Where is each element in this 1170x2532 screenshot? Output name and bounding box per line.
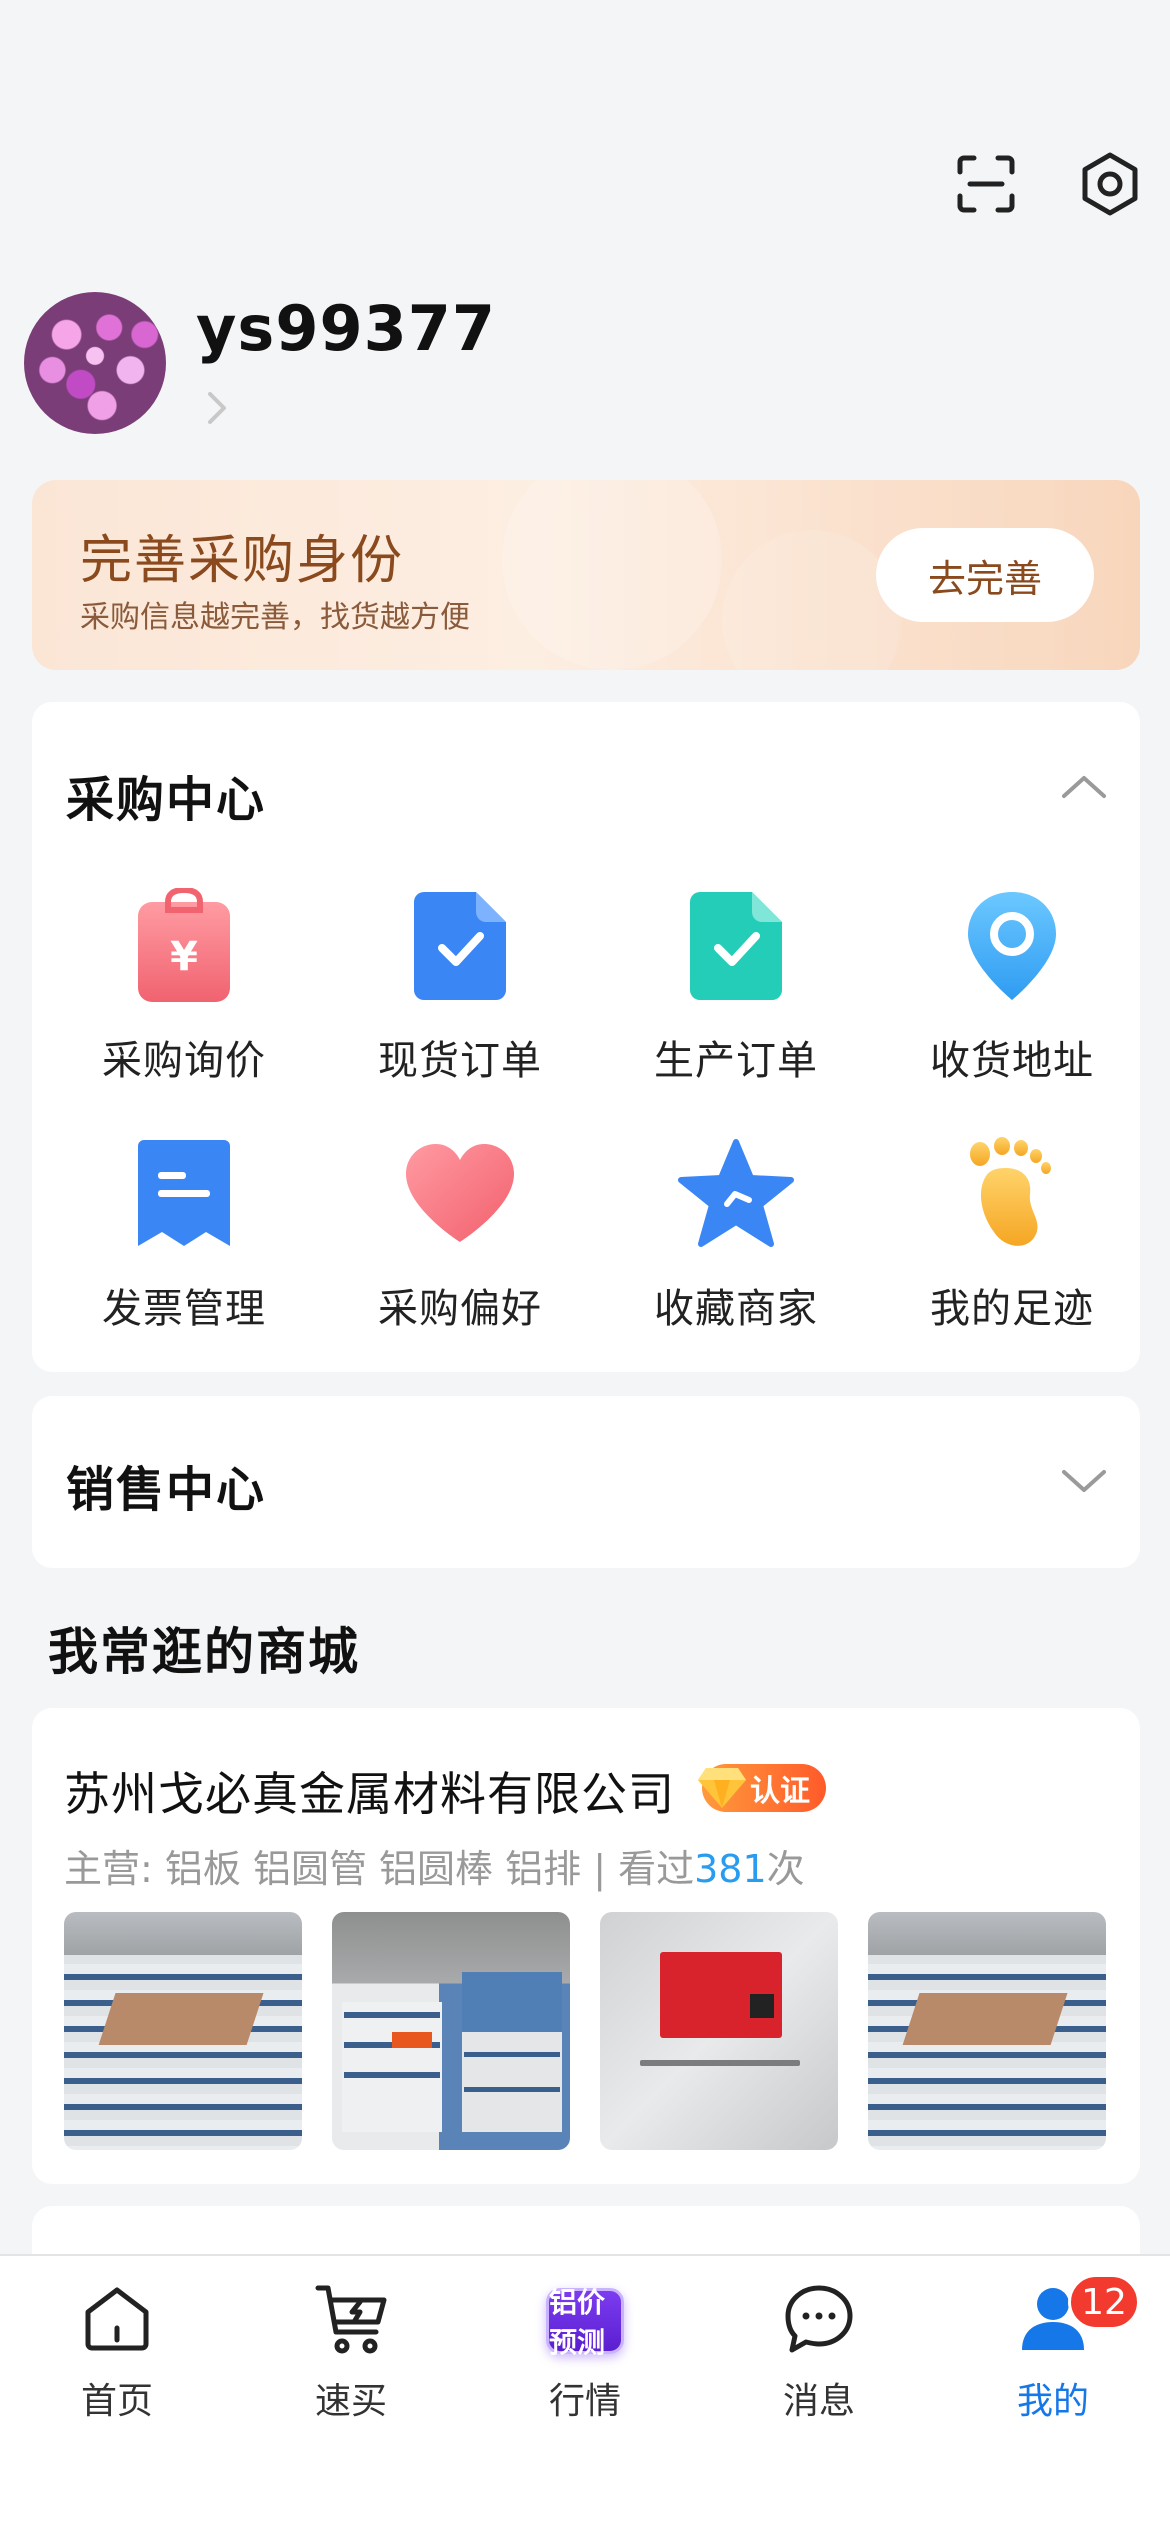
grid-item-invoice[interactable]: 发票管理 (46, 1120, 322, 1350)
purchase-center-title: 采购中心 (66, 772, 267, 828)
purchase-inquiry-icon: ¥ (124, 886, 244, 1006)
grid-label: 我的足迹 (930, 1286, 1094, 1332)
bottom-tab-bar: 首页 速买 铝价预测 行情 消息 我的 12 (0, 2254, 1170, 2532)
grid-item-favorite-merchants[interactable]: 收藏商家 (598, 1120, 874, 1350)
banner-subtitle: 采购信息越完善，找货越方便 (80, 600, 470, 635)
banner-title: 完善采购身份 (80, 531, 405, 591)
tab-label: 行情 (548, 2381, 621, 2422)
badge-label: 认证 (750, 1774, 810, 1809)
product-thumbnail[interactable] (868, 1912, 1106, 2150)
sales-center-title: 销售中心 (66, 1462, 267, 1518)
grid-label: 采购偏好 (378, 1286, 542, 1332)
chevron-up-icon[interactable] (1056, 766, 1112, 806)
username[interactable]: ys99377 (196, 292, 496, 365)
grid-item-spot-order[interactable]: 现货订单 (322, 872, 598, 1102)
product-thumbnail[interactable] (600, 1912, 838, 2150)
settings-icon[interactable] (1074, 148, 1146, 220)
grid-item-my-footprint[interactable]: 我的足迹 (874, 1120, 1150, 1350)
tab-label: 速买 (314, 2381, 387, 2422)
complete-identity-banner[interactable]: 完善采购身份 采购信息越完善，找货越方便 去完善 (32, 480, 1140, 670)
star-icon (676, 1134, 796, 1254)
purchase-center-card: 采购中心 ¥ 采购询价 现货订单 生产订单 收货地址 发票管理 采购偏好 收藏商… (32, 702, 1140, 1372)
frequent-malls-heading: 我常逛的商城 (48, 1623, 360, 1681)
grid-label: 生产订单 (654, 1038, 818, 1084)
product-thumbnail[interactable] (332, 1912, 570, 2150)
cart-icon (312, 2280, 390, 2358)
grid-item-purchase-preference[interactable]: 采购偏好 (322, 1120, 598, 1350)
grid-item-production-order[interactable]: 生产订单 (598, 872, 874, 1102)
aluminum-price-forecast-pill: 铝价预测 (546, 2280, 624, 2359)
visit-count: 381 (694, 1847, 767, 1891)
grid-label: 发票管理 (102, 1286, 266, 1332)
svg-text:¥: ¥ (170, 934, 198, 980)
shop-main-products: 主营: 铝板 铝圆管 铝圆棒 铝排 | 看过 (64, 1847, 695, 1891)
tab-label: 消息 (782, 2381, 855, 2422)
shop-name[interactable]: 苏州戈必真金属材料有限公司 (64, 1758, 675, 1824)
shop-card[interactable]: 苏州戈必真金属材料有限公司 认证 主营: 铝板 铝圆管 铝圆棒 铝排 | 看过3… (32, 1708, 1140, 2184)
avatar[interactable] (24, 292, 166, 434)
tab-mine[interactable]: 我的 12 (936, 2274, 1170, 2430)
diamond-icon (696, 1764, 748, 1812)
footprint-icon (952, 1134, 1072, 1254)
grid-label: 现货订单 (378, 1038, 542, 1084)
grid-item-shipping-address[interactable]: 收货地址 (874, 872, 1150, 1102)
shop-meta: 主营: 铝板 铝圆管 铝圆棒 铝排 | 看过381次 (64, 1838, 805, 1893)
location-pin-icon (952, 886, 1072, 1006)
grid-label: 收货地址 (930, 1038, 1094, 1084)
tab-market[interactable]: 铝价预测 行情 (468, 2280, 702, 2430)
home-icon (78, 2280, 156, 2358)
spot-order-icon (400, 886, 520, 1006)
tab-messages[interactable]: 消息 (702, 2280, 936, 2430)
product-thumbnail[interactable] (64, 1912, 302, 2150)
chat-icon (780, 2280, 858, 2358)
visit-suffix: 次 (766, 1847, 805, 1891)
chevron-down-icon[interactable] (1056, 1462, 1112, 1502)
grid-item-purchase-inquiry[interactable]: ¥ 采购询价 (46, 872, 322, 1102)
unread-count-badge: 12 (1068, 2274, 1140, 2330)
certified-badge: 认证 (698, 1764, 826, 1812)
production-order-icon (676, 886, 796, 1006)
grid-label: 收藏商家 (654, 1286, 818, 1332)
grid-label: 采购询价 (102, 1038, 266, 1084)
chevron-right-icon[interactable] (204, 388, 232, 432)
tab-label: 首页 (80, 2381, 153, 2422)
tab-home[interactable]: 首页 (0, 2280, 234, 2430)
invoice-icon (124, 1134, 244, 1254)
heart-icon (400, 1134, 520, 1254)
complete-button[interactable]: 去完善 (876, 528, 1094, 622)
scan-icon[interactable] (950, 148, 1022, 220)
sales-center-card[interactable]: 销售中心 (32, 1396, 1140, 1568)
tab-label: 我的 (1016, 2381, 1089, 2422)
tab-quick-buy[interactable]: 速买 (234, 2280, 468, 2430)
